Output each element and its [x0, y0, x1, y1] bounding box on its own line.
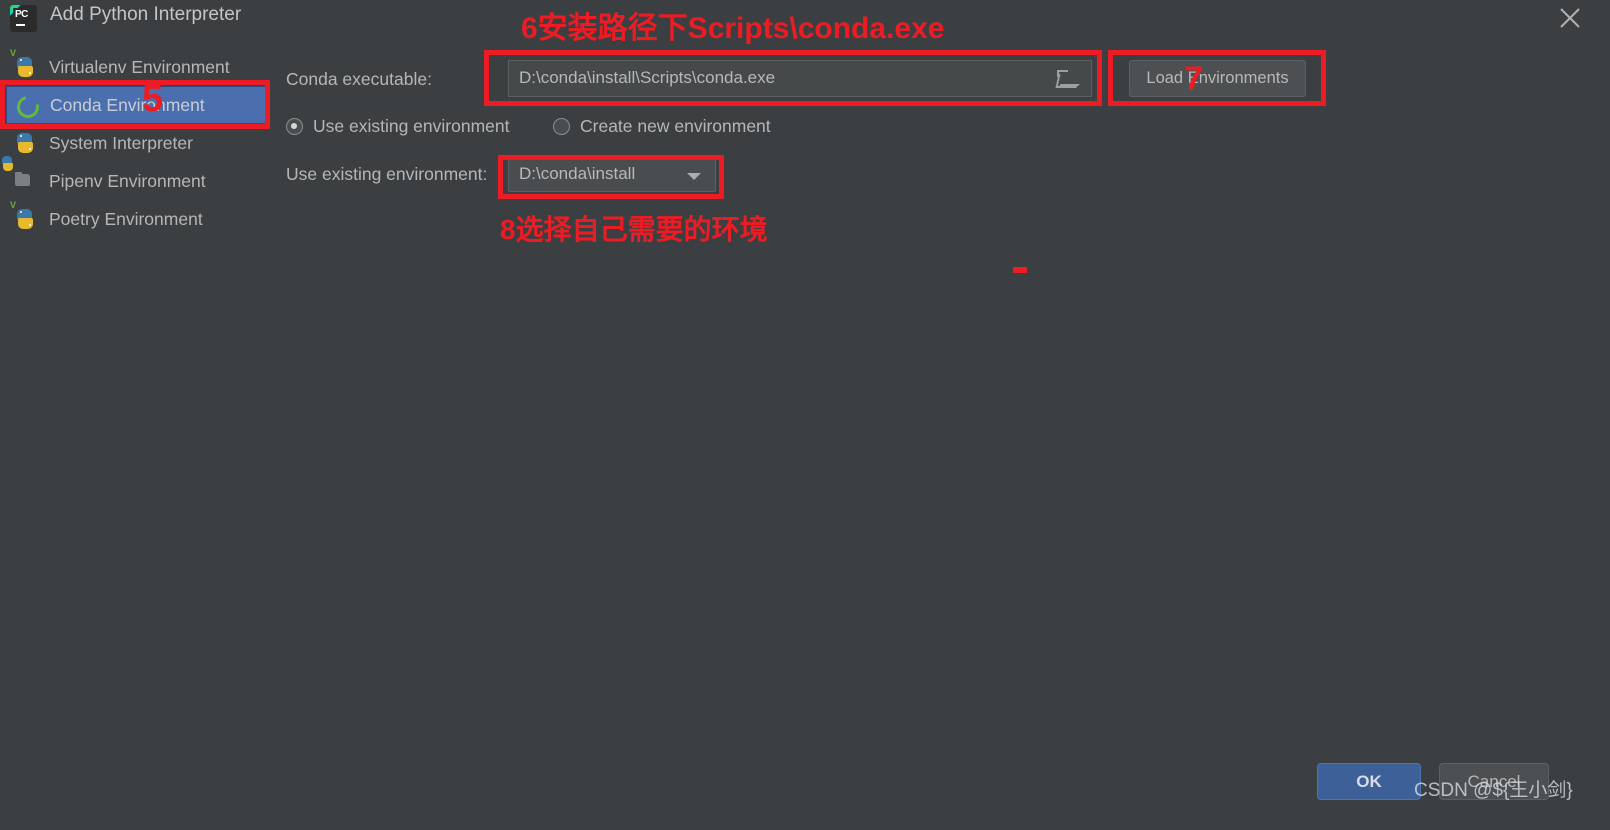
- conda-icon: [12, 91, 44, 123]
- conda-executable-value: D:\conda\install\Scripts\conda.exe: [519, 68, 776, 87]
- pipenv-folder-icon: [2, 156, 36, 192]
- add-python-interpreter-dialog: PC Add Python Interpreter V Virtualenv E…: [0, 0, 1610, 830]
- sidebar-item-label: Virtualenv Environment: [49, 56, 230, 77]
- dialog-titlebar: PC Add Python Interpreter: [0, 0, 1610, 36]
- sidebar-item-label: Poetry Environment: [49, 208, 203, 229]
- radio-label: Create new environment: [580, 116, 771, 136]
- python-virtualenv-icon: V: [10, 49, 36, 78]
- sidebar-item-label: System Interpreter: [49, 132, 193, 153]
- annotation-step-8-text: 8选择自己需要的环境: [500, 214, 768, 245]
- sidebar-item-virtualenv-environment[interactable]: V Virtualenv Environment: [0, 48, 275, 86]
- sidebar-item-poetry-environment[interactable]: V Poetry Environment: [0, 200, 275, 238]
- sidebar-item-label: Conda Environment: [50, 94, 205, 115]
- pycharm-icon: PC: [10, 5, 37, 32]
- environment-type-list: V Virtualenv Environment Conda Environme…: [0, 48, 275, 238]
- radio-indicator-selected: [286, 118, 303, 135]
- ok-button[interactable]: OK: [1317, 763, 1421, 800]
- radio-use-existing-environment[interactable]: Use existing environment: [286, 116, 509, 137]
- ok-label: OK: [1356, 771, 1382, 791]
- sidebar-item-system-interpreter[interactable]: System Interpreter: [0, 124, 275, 162]
- close-icon[interactable]: [1548, 0, 1592, 36]
- sidebar-item-pipenv-environment[interactable]: Pipenv Environment: [0, 156, 275, 200]
- python-icon: [14, 132, 36, 154]
- radio-create-new-environment[interactable]: Create new environment: [553, 116, 771, 137]
- conda-executable-label: Conda executable:: [286, 69, 432, 89]
- cancel-label: Cancel: [1467, 771, 1521, 791]
- radio-indicator-unselected: [553, 118, 570, 135]
- cancel-button[interactable]: Cancel: [1439, 763, 1549, 800]
- load-environments-label: Load Environments: [1146, 69, 1289, 87]
- page-title: Add Python Interpreter: [50, 4, 242, 25]
- folder-browse-icon[interactable]: [1055, 70, 1080, 88]
- annotation-mark-small: [1013, 267, 1027, 273]
- sidebar-item-label: Pipenv Environment: [49, 170, 206, 191]
- conda-executable-input[interactable]: D:\conda\install\Scripts\conda.exe: [508, 60, 1092, 97]
- radio-label: Use existing environment: [313, 116, 510, 136]
- existing-environment-value: D:\conda\install: [519, 164, 636, 183]
- load-environments-button[interactable]: Load Environments: [1129, 60, 1306, 97]
- python-poetry-icon: V: [10, 201, 36, 230]
- existing-environment-dropdown[interactable]: D:\conda\install: [508, 157, 716, 192]
- sidebar-item-conda-environment[interactable]: Conda Environment: [6, 86, 269, 124]
- chevron-down-icon[interactable]: [687, 173, 701, 180]
- existing-environment-label: Use existing environment:: [286, 164, 488, 184]
